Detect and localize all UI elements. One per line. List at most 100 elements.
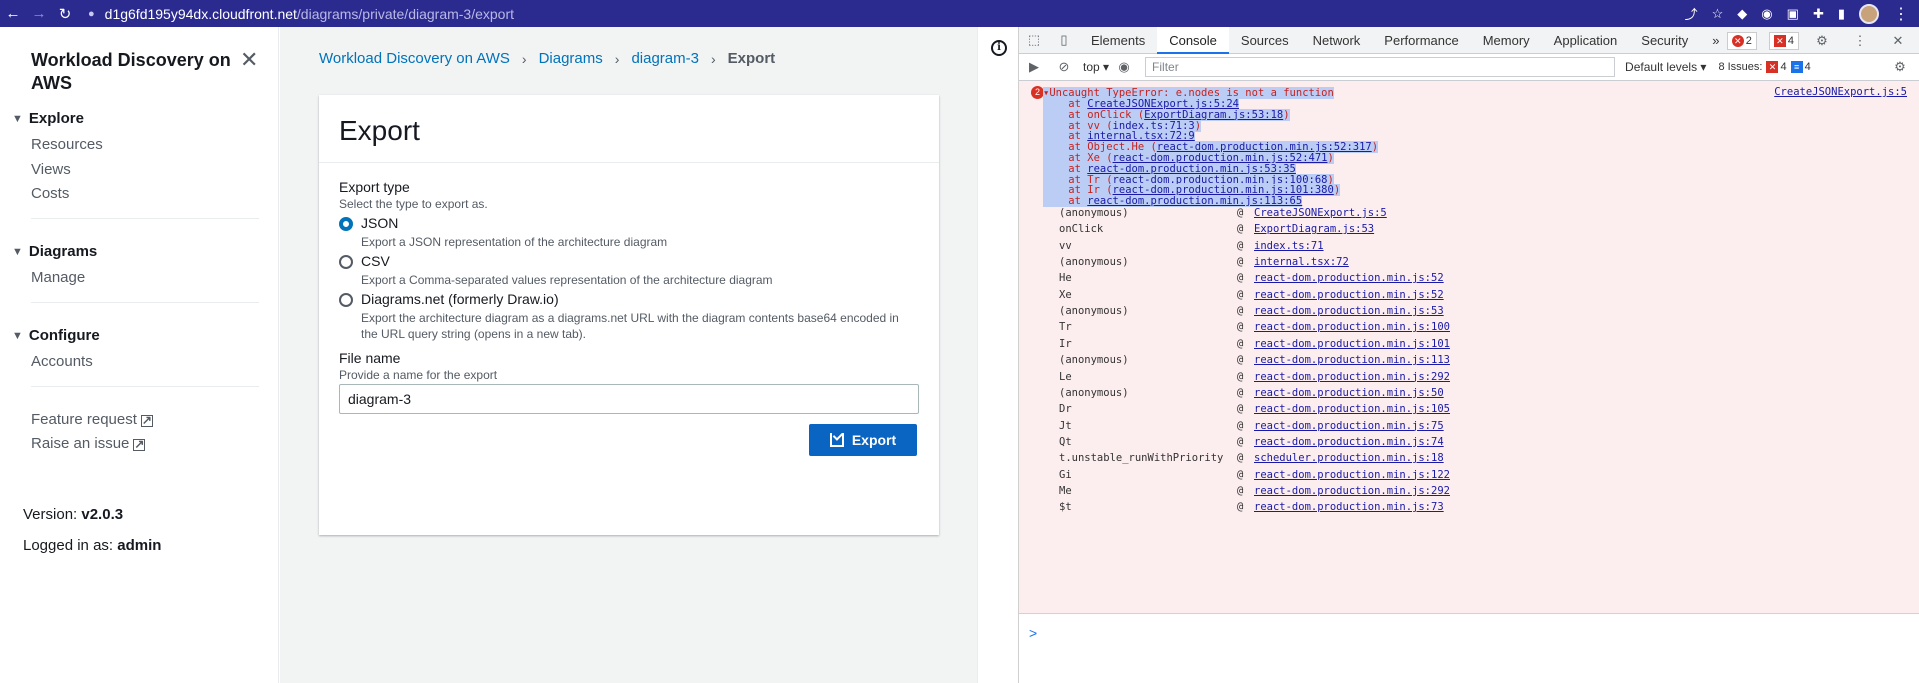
settings-gear-icon[interactable]: ⚙ [1807, 33, 1837, 49]
tab-sources[interactable]: Sources [1229, 27, 1301, 54]
version-value: v2.0.3 [81, 506, 124, 523]
export-panel: Export Export type Select the type to ex… [319, 95, 939, 535]
tab-performance[interactable]: Performance [1372, 27, 1470, 54]
side-panel-icon[interactable]: ▮ [1838, 6, 1845, 22]
radio-option-csv[interactable]: CSV Export a Comma-separated values repr… [339, 253, 911, 288]
tab-network[interactable]: Network [1301, 27, 1373, 54]
frame-at-symbol: @ [1237, 484, 1244, 497]
tab-memory[interactable]: Memory [1471, 27, 1542, 54]
divider [31, 386, 259, 387]
export-button[interactable]: Export [809, 424, 917, 456]
download-icon [829, 433, 844, 447]
frame-source-link[interactable]: react-dom.production.min.js:53 [1254, 305, 1444, 317]
frame-at-symbol: @ [1237, 435, 1244, 448]
frame-at-symbol: @ [1237, 354, 1244, 367]
frame-source-link[interactable]: react-dom.production.min.js:113 [1254, 354, 1450, 366]
radio-button[interactable] [339, 217, 353, 231]
context-select[interactable]: top ▾ [1083, 60, 1109, 74]
more-options-icon[interactable]: ⋮ [1845, 33, 1875, 49]
nav-link-accounts[interactable]: Accounts [31, 353, 93, 370]
extension-icon[interactable]: ▣ [1787, 6, 1799, 22]
frame-source-link[interactable]: internal.tsx:72 [1254, 256, 1349, 268]
share-icon[interactable]: ⤴ [1685, 4, 1698, 23]
frame-source-link[interactable]: react-dom.production.min.js:74 [1254, 436, 1444, 448]
address-bar[interactable]: ● d1g6fd195y94dx.cloudfront.net/diagrams… [88, 6, 514, 22]
radio-button[interactable] [339, 255, 353, 269]
issue-error-icon: ✕ [1773, 34, 1786, 47]
console-prompt[interactable]: > [1029, 625, 1037, 641]
tab-security[interactable]: Security [1629, 27, 1700, 54]
frame-source-link[interactable]: react-dom.production.min.js:122 [1254, 469, 1450, 481]
main-content: Workload Discovery on AWS › Diagrams › d… [280, 27, 977, 683]
frame-source-link[interactable]: react-dom.production.min.js:105 [1254, 403, 1450, 415]
frame-source-link[interactable]: react-dom.production.min.js:50 [1254, 387, 1444, 399]
version-info: Version: v2.0.3 [23, 506, 123, 523]
error-count-badge[interactable]: ✕ 2 [1726, 31, 1757, 50]
nav-link-resources[interactable]: Resources [31, 136, 103, 153]
back-icon[interactable]: ← [0, 5, 26, 22]
frame-source-link[interactable]: CreateJSONExport.js:5 [1254, 207, 1387, 219]
live-expression-eye-icon[interactable]: ◉ [1109, 59, 1139, 75]
tab-console[interactable]: Console [1157, 26, 1229, 54]
console-settings-gear-icon[interactable]: ⚙ [1885, 59, 1915, 75]
frame-source-link[interactable]: react-dom.production.min.js:292 [1254, 371, 1450, 383]
tab-elements[interactable]: Elements [1079, 27, 1157, 54]
profile-avatar[interactable] [1859, 3, 1879, 24]
frame-source-link[interactable]: react-dom.production.min.js:52 [1254, 272, 1444, 284]
tab-application[interactable]: Application [1542, 27, 1630, 54]
frame-source-link[interactable]: react-dom.production.min.js:292 [1254, 485, 1450, 497]
radio-label: CSV [361, 253, 390, 269]
nav-section-diagrams[interactable]: ▼ Diagrams [12, 243, 97, 260]
nav-link-views[interactable]: Views [31, 161, 71, 178]
extensions-puzzle-icon[interactable]: ✚ [1813, 6, 1824, 22]
warning-count-badge[interactable]: ✕ 4 [1768, 31, 1799, 50]
forward-icon[interactable]: → [26, 5, 52, 22]
radio-option-json[interactable]: JSON Export a JSON representation of the… [339, 215, 911, 250]
nav-section-explore[interactable]: ▼ Explore [12, 110, 84, 127]
frame-source-link[interactable]: scheduler.production.min.js:18 [1254, 452, 1444, 464]
reload-icon[interactable]: ↻ [52, 5, 78, 23]
close-icon[interactable]: ✕ [240, 47, 258, 73]
frame-source-link[interactable]: react-dom.production.min.js:100 [1254, 321, 1450, 333]
extension-icon[interactable]: ◆ [1737, 6, 1747, 22]
bookmark-star-icon[interactable]: ☆ [1712, 6, 1724, 22]
breadcrumb-diagrams[interactable]: Diagrams [539, 50, 603, 67]
sidebar-toggle-icon[interactable]: ▶ [1019, 59, 1049, 75]
file-name-input[interactable]: diagram-3 [339, 384, 919, 414]
frame-source-link[interactable]: index.ts:71 [1254, 240, 1324, 252]
nav-link-costs[interactable]: Costs [31, 185, 69, 202]
radio-button[interactable] [339, 293, 353, 307]
breadcrumb-home[interactable]: Workload Discovery on AWS [319, 50, 510, 67]
nav-section-configure[interactable]: ▼ Configure [12, 327, 100, 344]
nav-link-manage[interactable]: Manage [31, 269, 85, 286]
frame-source-link[interactable]: ExportDiagram.js:53 [1254, 223, 1374, 235]
console-filter-input[interactable]: Filter [1145, 57, 1616, 77]
frame-at-symbol: @ [1237, 288, 1244, 301]
browser-menu-icon[interactable]: ⋮ [1893, 4, 1909, 24]
frame-source-link[interactable]: react-dom.production.min.js:73 [1254, 501, 1444, 513]
issues-info-count: 4 [1804, 61, 1811, 73]
breadcrumb-current: Export [727, 50, 776, 67]
frame-source-link[interactable]: react-dom.production.min.js:101 [1254, 338, 1450, 350]
issues-counter[interactable]: 8 Issues: ✕ 4 ≡ 4 [1718, 58, 1811, 76]
log-levels-select[interactable]: Default levels ▾ [1625, 60, 1706, 74]
info-icon[interactable]: i [991, 40, 1007, 56]
password-manager-icon[interactable]: ◉ [1761, 6, 1772, 22]
browser-toolbar: ← → ↻ ● d1g6fd195y94dx.cloudfront.net/di… [0, 0, 1919, 27]
stack-source-link[interactable]: react-dom.production.min.js:113:65 [1087, 195, 1302, 207]
frame-source-link[interactable]: react-dom.production.min.js:75 [1254, 420, 1444, 432]
external-link-icon: ↗ [133, 437, 146, 451]
radio-option-drawio[interactable]: Diagrams.net (formerly Draw.io) Export t… [339, 291, 911, 342]
frame-function: Ir [1059, 337, 1072, 350]
frame-source-link[interactable]: react-dom.production.min.js:52 [1254, 289, 1444, 301]
error-source-link[interactable]: CreateJSONExport.js:5 [1774, 86, 1907, 98]
breadcrumb-diagram[interactable]: diagram-3 [631, 50, 699, 67]
raise-issue-link[interactable]: Raise an issue ↗ [31, 435, 146, 452]
inspect-element-icon[interactable]: ⬚ [1019, 32, 1049, 48]
frame-function: onClick [1059, 223, 1104, 236]
device-toolbar-icon[interactable]: ▯ [1049, 32, 1079, 48]
clear-console-icon[interactable]: ⊘ [1049, 59, 1079, 75]
devtools-tabs: ⬚ ▯ Elements Console Sources Network Per… [1019, 26, 1919, 54]
feature-request-link[interactable]: Feature request ↗ [31, 411, 153, 428]
close-icon[interactable]: ✕ [1883, 33, 1913, 49]
